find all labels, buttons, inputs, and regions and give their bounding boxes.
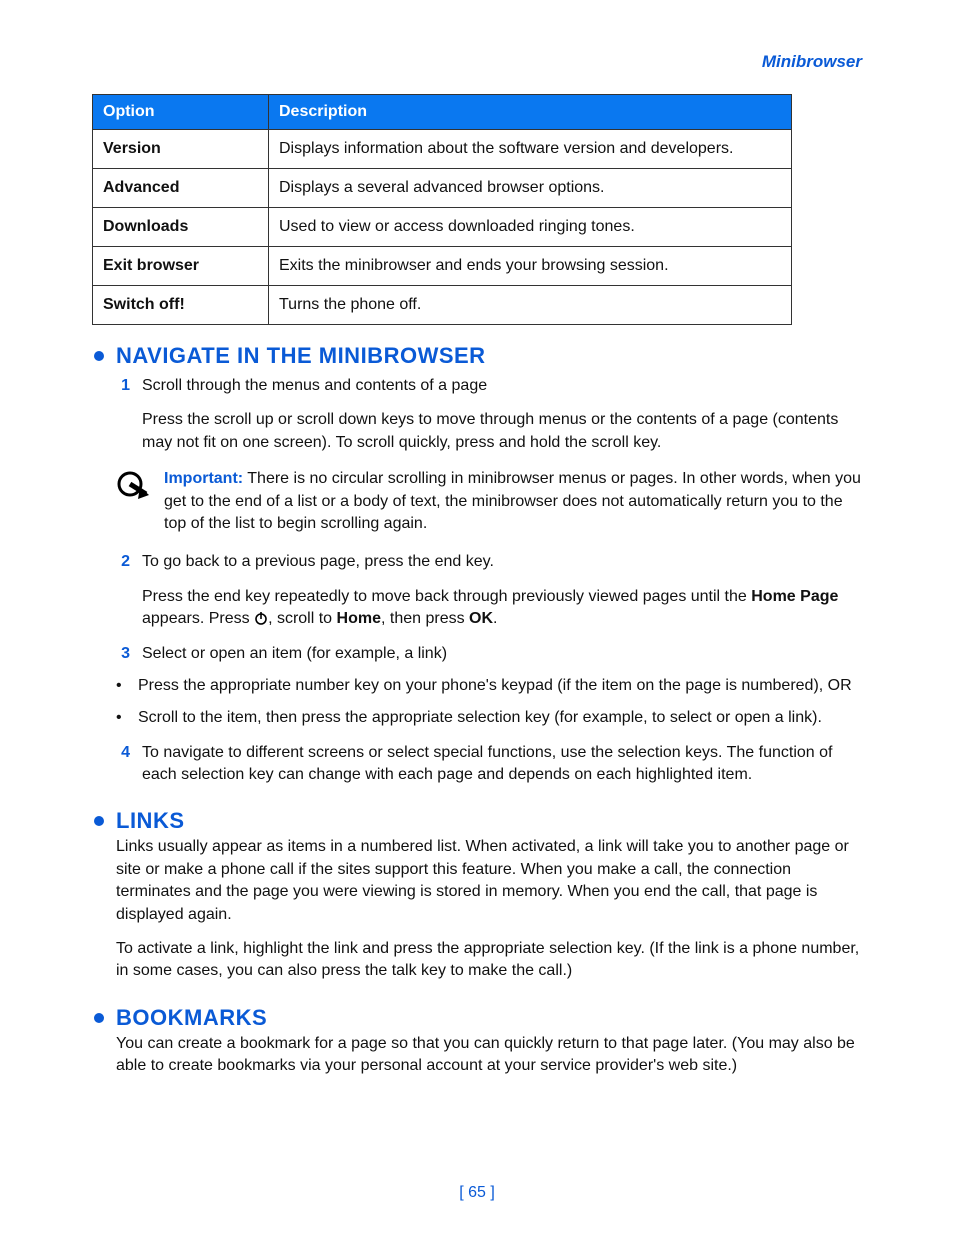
section-bookmarks: BOOKMARKS You can create a bookmark for … [92, 1005, 862, 1078]
cell-option: Exit browser [93, 247, 269, 286]
note-text: There is no circular scrolling in minibr… [164, 470, 861, 532]
power-icon [254, 610, 268, 627]
section-body: You can create a bookmark for a page so … [116, 1033, 862, 1078]
bold-ok: OK [469, 610, 493, 627]
step-number: 3 [116, 643, 130, 665]
text-frag: , then press [381, 610, 469, 627]
important-note: Important: There is no circular scrollin… [116, 468, 862, 535]
bullet-dot-icon: • [116, 675, 128, 697]
step-content: To go back to a previous page, press the… [142, 551, 862, 630]
step-2: 2 To go back to a previous page, press t… [116, 551, 862, 630]
note-text-block: Important: There is no circular scrollin… [164, 468, 862, 535]
th-description: Description [269, 95, 792, 130]
page-number: [ 65 ] [0, 1184, 954, 1202]
step-1: 1 Scroll through the menus and contents … [116, 375, 862, 454]
section-heading: NAVIGATE IN THE MINIBROWSER [92, 343, 862, 369]
section-title: LINKS [116, 808, 185, 834]
table-row: Exit browser Exits the minibrowser and e… [93, 247, 792, 286]
section-body: 1 Scroll through the menus and contents … [116, 375, 862, 786]
bullet-text: Press the appropriate number key on your… [138, 675, 852, 697]
bold-home: Home [337, 610, 381, 627]
text-frag: . [493, 610, 497, 627]
cell-description: Exits the minibrowser and ends your brow… [269, 247, 792, 286]
table-header-row: Option Description [93, 95, 792, 130]
step-para: Press the end key repeatedly to move bac… [142, 586, 862, 631]
cell-option: Version [93, 130, 269, 169]
important-icon [116, 470, 150, 535]
important-label: Important: [164, 470, 243, 487]
section-heading: BOOKMARKS [92, 1005, 862, 1031]
text-frag: , scroll to [268, 610, 336, 627]
step-lead: Select or open an item (for example, a l… [142, 645, 447, 662]
cell-description: Displays a several advanced browser opti… [269, 169, 792, 208]
cell-option: Advanced [93, 169, 269, 208]
bullet-icon [94, 816, 104, 826]
cell-description: Displays information about the software … [269, 130, 792, 169]
sub-bullet: • Scroll to the item, then press the app… [116, 707, 862, 729]
step-lead: Scroll through the menus and contents of… [142, 377, 487, 394]
table-row: Downloads Used to view or access downloa… [93, 208, 792, 247]
page: Minibrowser Option Description Version D… [0, 0, 954, 1248]
bullet-text: Scroll to the item, then press the appro… [138, 707, 822, 729]
cell-option: Downloads [93, 208, 269, 247]
options-table: Option Description Version Displays info… [92, 94, 792, 325]
step-number: 1 [116, 375, 130, 454]
sub-bullet: • Press the appropriate number key on yo… [116, 675, 862, 697]
para: Links usually appear as items in a numbe… [116, 836, 862, 926]
bullet-dot-icon: • [116, 707, 128, 729]
table-row: Version Displays information about the s… [93, 130, 792, 169]
step-lead: To navigate to different screens or sele… [142, 744, 832, 783]
cell-description: Used to view or access downloaded ringin… [269, 208, 792, 247]
step-3: 3 Select or open an item (for example, a… [116, 643, 862, 665]
step-number: 2 [116, 551, 130, 630]
table-row: Advanced Displays a several advanced bro… [93, 169, 792, 208]
step-para: Press the scroll up or scroll down keys … [142, 409, 862, 454]
bold-home-page: Home Page [751, 588, 838, 605]
section-body: Links usually appear as items in a numbe… [116, 836, 862, 982]
section-navigate: NAVIGATE IN THE MINIBROWSER 1 Scroll thr… [92, 343, 862, 786]
table-row: Switch off! Turns the phone off. [93, 286, 792, 325]
step-content: To navigate to different screens or sele… [142, 742, 862, 787]
step-number: 4 [116, 742, 130, 787]
step-4: 4 To navigate to different screens or se… [116, 742, 862, 787]
cell-description: Turns the phone off. [269, 286, 792, 325]
para: To activate a link, highlight the link a… [116, 938, 862, 983]
running-head: Minibrowser [92, 52, 862, 72]
section-title: BOOKMARKS [116, 1005, 267, 1031]
step-content: Scroll through the menus and contents of… [142, 375, 862, 454]
section-links: LINKS Links usually appear as items in a… [92, 808, 862, 982]
step-lead: To go back to a previous page, press the… [142, 553, 494, 570]
section-heading: LINKS [92, 808, 862, 834]
step-content: Select or open an item (for example, a l… [142, 643, 862, 665]
bullet-icon [94, 1013, 104, 1023]
text-frag: Press the end key repeatedly to move bac… [142, 588, 751, 605]
text-frag: appears. Press [142, 610, 254, 627]
cell-option: Switch off! [93, 286, 269, 325]
para: You can create a bookmark for a page so … [116, 1033, 862, 1078]
section-title: NAVIGATE IN THE MINIBROWSER [116, 343, 486, 369]
bullet-icon [94, 351, 104, 361]
th-option: Option [93, 95, 269, 130]
